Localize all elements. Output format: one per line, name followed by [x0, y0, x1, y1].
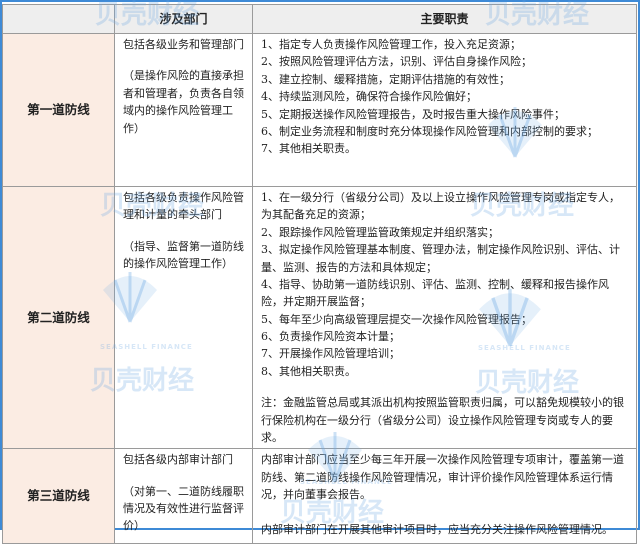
duty-item: 7、其他相关职责。: [261, 142, 356, 156]
duty-item: 2、跟踪操作风险管理监管政策规定并组织落实；: [261, 225, 499, 239]
duty-item: 5、定期报送操作风险管理报告，及时报告重大操作风险事件；: [261, 107, 565, 121]
duty-item: 内部审计部门应当至少每三年开展一次操作风险管理专项审计，覆盖第一道防线、第二道防…: [261, 453, 624, 501]
duty-item: 内部审计部门在开展其他审计项目时，应当充分关注操作风险管理情况。: [261, 523, 613, 537]
duty-item: 6、负责操作风险资本计量；: [261, 330, 400, 343]
department-cell: 包括各级业务和管理部门 （是操作风险的直接承担者和管理者，负责各自领域内的操作风…: [114, 33, 253, 187]
department-cell: 包括各级负责操作风险管理和计量的牵头部门 （指导、监督第一道防线的操作风险管理工…: [114, 185, 253, 450]
duty-item: 6、制定业务流程和制度时充分体现操作风险管理和内部控制的要求；: [261, 124, 598, 138]
duty-item: 2、按照风险管理评估方法，识别、评估自身操作风险；: [261, 55, 532, 69]
table-header-row: 涉及部门 主要职责: [2, 4, 637, 34]
duty-item: 7、开展操作风险管理培训；: [261, 347, 400, 361]
department-main: 包括各级业务和管理部门: [123, 38, 244, 51]
department-note: （对第一、二道防线履职情况及有效性进行监督评价）: [123, 484, 244, 533]
duty-item: 3、建立控制、缓释措施，定期评估措施的有效性；: [261, 72, 510, 86]
defense-line-label: 第二道防线: [2, 185, 115, 450]
duty-item: 1、指定专人负责操作风险管理工作，投入充足资源；: [261, 38, 521, 51]
duty-item: 8、其他相关职责。: [261, 364, 356, 378]
table-row: 第一道防线 包括各级业务和管理部门 （是操作风险的直接承担者和管理者，负责各自领…: [2, 33, 637, 187]
duty-item: 4、指导、协助第一道防线识别、评估、监测、控制、缓释和报告操作风险，并定期开展监…: [261, 277, 609, 309]
table-row: 第二道防线 包括各级负责操作风险管理和计量的牵头部门 （指导、监督第一道防线的操…: [2, 185, 637, 450]
duty-item: 3、拟定操作风险管理基本制度、管理办法，制定操作风险识别、评估、计量、监测、报告…: [261, 243, 620, 274]
header-line: [2, 4, 115, 34]
duty-item: 5、每年至少向高级管理层提交一次操作风险管理报告；: [261, 312, 532, 326]
duty-item: 4、持续监测风险，确保符合操作风险偏好；: [261, 90, 477, 104]
duties-cell: 1、在一级分行（省级分公司）及以上设立操作风险管理专岗或指定专人，为其配备充足的…: [252, 185, 637, 450]
risk-defense-table: 涉及部门 主要职责 第一道防线 包括各级业务和管理部门 （是操作风险的直接承担者…: [2, 4, 637, 544]
header-duties: 主要职责: [252, 4, 637, 34]
header-department: 涉及部门: [114, 4, 253, 34]
department-note: （指导、监督第一道防线的操作风险管理工作）: [123, 239, 244, 271]
department-main: 包括各级负责操作风险管理和计量的牵头部门: [123, 191, 244, 222]
duty-remark: 注：金融监管总局或其派出机构按照监管职责归属，可以豁免规模较小的银行保险机构在一…: [261, 396, 624, 444]
department-note: （是操作风险的直接承担者和管理者，负责各自领域内的操作风险管理工作）: [123, 69, 244, 135]
duties-cell: 1、指定专人负责操作风险管理工作，投入充足资源； 2、按照风险管理评估方法，识别…: [252, 33, 637, 187]
defense-line-label: 第一道防线: [2, 33, 115, 187]
department-main: 包括各级内部审计部门: [123, 453, 233, 467]
duty-item: 1、在一级分行（省级分公司）及以上设立操作风险管理专岗或指定专人，为其配备充足的…: [261, 191, 620, 222]
